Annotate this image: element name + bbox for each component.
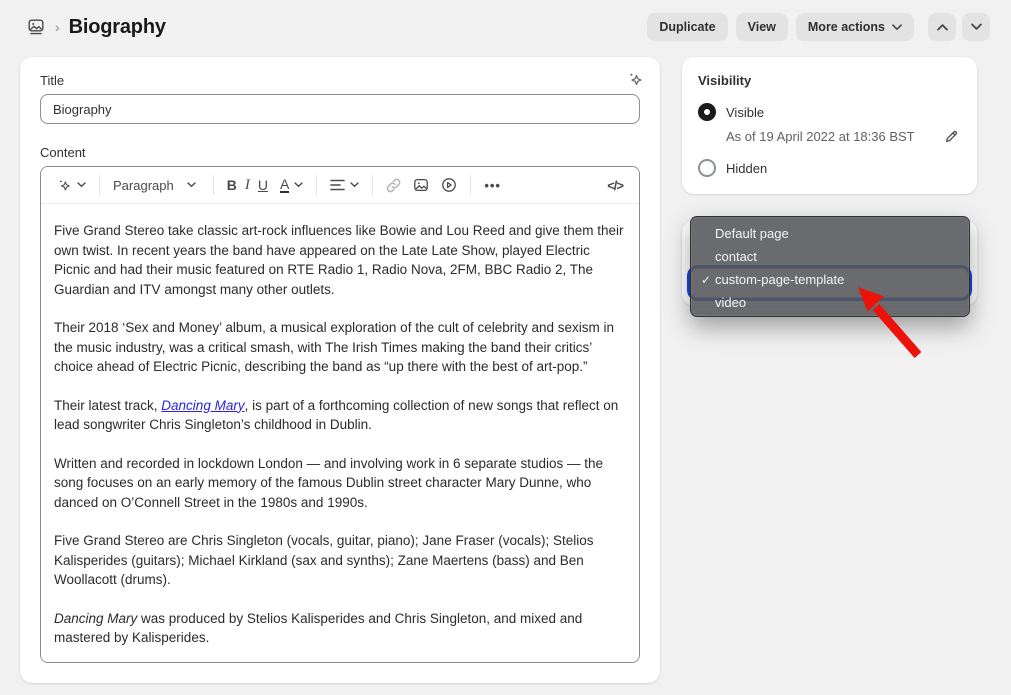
- breadcrumb-chevron-icon: ›: [55, 19, 60, 35]
- dropdown-item-contact[interactable]: contact: [691, 245, 969, 268]
- more-actions-label: More actions: [807, 20, 885, 34]
- underline-button[interactable]: U: [252, 173, 274, 197]
- hidden-label: Hidden: [726, 160, 768, 176]
- pages-icon[interactable]: [26, 17, 46, 37]
- editor-paragraph: Five Grand Stereo are Chris Singleton (v…: [54, 531, 626, 590]
- hidden-radio-row[interactable]: Hidden: [698, 158, 961, 178]
- pencil-icon: [945, 130, 958, 143]
- next-page-button[interactable]: [962, 13, 990, 41]
- toolbar-divider: [316, 175, 318, 195]
- italic-text: Dancing Mary: [54, 610, 138, 626]
- text-color-button[interactable]: A: [274, 173, 309, 197]
- paragraph-text: Their latest track,: [54, 397, 162, 413]
- visible-radio[interactable]: [698, 103, 716, 121]
- dropdown-item-custom-page-template[interactable]: ✓ custom-page-template: [691, 268, 969, 291]
- paragraph-text: Five Grand Stereo take classic art-rock …: [54, 223, 624, 297]
- visible-radio-row[interactable]: Visible: [698, 102, 961, 122]
- title-label: Title: [40, 73, 65, 88]
- link-button: [380, 174, 407, 197]
- text-color-label: A: [279, 176, 290, 193]
- bold-button[interactable]: B: [221, 173, 243, 197]
- chevron-up-icon: [936, 24, 948, 31]
- visibility-date-note: As of 19 April 2022 at 18:36 BST: [726, 129, 915, 144]
- dropdown-item-label: contact: [715, 249, 757, 264]
- magic-sparkle-icon[interactable]: [627, 71, 644, 88]
- dropdown-item-default-page[interactable]: Default page: [691, 222, 969, 245]
- visibility-heading: Visibility: [698, 73, 752, 88]
- view-button[interactable]: View: [735, 13, 788, 41]
- content-link[interactable]: Dancing Mary: [161, 398, 244, 413]
- paragraph-style-label: Paragraph: [113, 177, 174, 193]
- dropdown-item-video[interactable]: video: [691, 291, 969, 314]
- content-label: Content: [40, 145, 86, 160]
- checkmark-icon: ✓: [701, 272, 712, 287]
- page-editor-card: Title Content Paragraph: [20, 57, 660, 683]
- dropdown-item-label: Default page: [715, 226, 789, 241]
- toolbar-divider: [372, 175, 374, 195]
- previous-page-button[interactable]: [928, 13, 956, 41]
- duplicate-button[interactable]: Duplicate: [647, 13, 728, 41]
- page-header: › Biography Duplicate View More actions: [0, 0, 1011, 54]
- editor-paragraph: Written and recorded in lockdown London …: [54, 454, 626, 513]
- page-title: Biography: [68, 15, 166, 38]
- editor-toolbar: Paragraph B I U A ••• </>: [41, 167, 639, 204]
- rich-text-editor: Paragraph B I U A ••• </> Five Grand Ste…: [40, 166, 640, 663]
- insert-video-button[interactable]: [435, 173, 463, 197]
- chevron-down-icon: [892, 23, 902, 30]
- toolbar-divider: [470, 175, 472, 195]
- editor-paragraph: Their 2018 ‘Sex and Money’ album, a musi…: [54, 318, 626, 377]
- toolbar-divider: [212, 175, 214, 195]
- editor-paragraph: Dancing Mary was produced by Stelios Kal…: [54, 609, 626, 648]
- editor-paragraph: Their latest track, Dancing Mary, is par…: [54, 396, 626, 435]
- editor-paragraph: Five Grand Stereo take classic art-rock …: [54, 221, 626, 299]
- dropdown-item-label: custom-page-template: [715, 272, 845, 287]
- chevron-down-icon: [187, 182, 196, 188]
- alignment-button[interactable]: [324, 175, 365, 195]
- paragraph-style-button[interactable]: Paragraph: [107, 174, 206, 197]
- paragraph-text: Five Grand Stereo are Chris Singleton (v…: [54, 533, 594, 587]
- title-input[interactable]: [40, 94, 640, 124]
- image-icon: [414, 178, 429, 192]
- template-dropdown-menu: Default page contact ✓ custom-page-template…: [690, 216, 970, 317]
- paragraph-text: Their 2018 ‘Sex and Money’ album, a musi…: [54, 320, 615, 374]
- italic-button[interactable]: I: [243, 177, 252, 194]
- edit-visibility-date-button[interactable]: [942, 127, 961, 146]
- header-actions: Duplicate View More actions: [647, 13, 990, 41]
- insert-image-button[interactable]: [407, 173, 435, 197]
- sparkle-icon: [60, 179, 70, 190]
- align-left-icon: [330, 179, 346, 191]
- breadcrumb: › Biography: [26, 16, 166, 39]
- dropdown-item-label: video: [715, 295, 747, 310]
- chevron-down-icon: [970, 23, 982, 30]
- chevron-down-icon: [350, 182, 360, 188]
- chevron-down-icon: [294, 182, 304, 188]
- more-options-button[interactable]: •••: [478, 174, 507, 197]
- sidebar: Visibility Visible As of 19 April 2022 a…: [682, 57, 977, 358]
- visible-label: Visible: [726, 104, 765, 120]
- link-icon: [386, 178, 401, 192]
- toolbar-divider: [99, 175, 100, 195]
- editor-content[interactable]: Five Grand Stereo take classic art-rock …: [41, 204, 639, 662]
- code-view-button[interactable]: </>: [601, 174, 629, 197]
- more-actions-button[interactable]: More actions: [795, 13, 914, 41]
- paragraph-text: Written and recorded in lockdown London …: [54, 455, 604, 510]
- ai-sparkle-button[interactable]: [51, 174, 92, 197]
- hidden-radio[interactable]: [698, 159, 716, 177]
- chevron-down-icon: [77, 182, 86, 188]
- visibility-card: Visibility Visible As of 19 April 2022 a…: [682, 57, 977, 194]
- play-circle-icon: [442, 178, 457, 192]
